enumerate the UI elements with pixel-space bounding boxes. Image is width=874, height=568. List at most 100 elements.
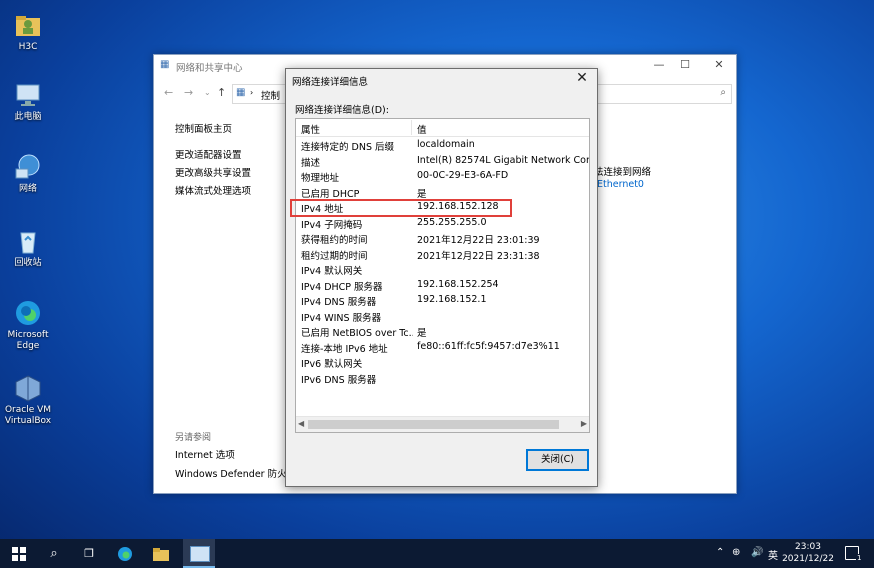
dialog-title: 网络连接详细信息 [292,77,369,88]
clock-date: 2021/12/22 [782,554,834,564]
table-row[interactable]: IPv4 DHCP 服务器 192.168.152.254 [296,277,589,293]
notification-count: 1 [856,554,863,562]
task-view-icon[interactable]: ❐ [80,545,98,563]
taskbar: ⌕ ❐ ⌃ ⊕ 🔊 英 23:03 2021/12/22 1 [0,539,874,568]
file-explorer-icon[interactable] [152,545,170,563]
network-center-icon: ▦ [160,59,170,70]
column-header-value[interactable]: 值 [417,122,427,136]
property-cell: 已启用 NetBIOS over Tc... [301,328,413,339]
ime-indicator[interactable]: 英 [768,547,778,562]
value-cell: 192.168.152.254 [417,278,499,290]
property-cell: 物理地址 [301,173,340,184]
scroll-left-icon[interactable]: ◀ [298,419,304,428]
scrollbar-thumb[interactable] [308,420,559,429]
change-advanced-sharing-link[interactable]: 更改高级共享设置 [175,165,251,179]
close-dialog-button[interactable]: 关闭(C) [526,449,589,471]
value-cell: localdomain [417,139,475,150]
chevron-up-icon[interactable]: ⌃ [716,547,724,558]
value-cell: 2021年12月22日 23:01:39 [417,235,540,246]
property-cell: IPv4 WINS 服务器 [301,312,382,324]
ipv4-address-highlight [290,199,512,217]
table-row[interactable]: IPv4 DNS 服务器 192.168.152.1 [296,292,589,308]
table-row[interactable]: 连接-本地 IPv6 地址 fe80::61ff:fc5f:9457:d7e3%1… [296,339,589,355]
table-row[interactable]: IPv4 默认网关 [296,261,589,277]
horizontal-scrollbar[interactable]: ◀ ▶ [296,416,589,432]
scroll-right-icon[interactable]: ▶ [581,419,587,428]
internet-options-link[interactable]: Internet 选项 [175,447,235,461]
chevron-down-icon[interactable]: ⌄ [204,88,211,97]
table-row[interactable]: 已启用 NetBIOS over Tc... 是 [296,323,589,339]
value-cell: 2021年12月22日 23:31:38 [417,250,540,262]
network-globe-icon [13,152,43,182]
desktop-icon-edge[interactable]: Microsoft Edge [2,298,54,352]
table-row[interactable]: 租约过期的时间 2021年12月22日 23:31:38 [296,246,589,262]
edge-taskbar-icon[interactable] [116,545,134,563]
desktop-icon-virtualbox[interactable]: Oracle VM VirtualBox [2,373,54,427]
change-adapter-settings-link[interactable]: 更改适配器设置 [175,147,242,161]
forward-arrow-icon[interactable]: → [184,86,193,99]
virtualbox-icon [13,373,43,403]
property-cell: 描述 [301,157,321,169]
table-row[interactable]: 物理地址 00-0C-29-E3-6A-FD [296,168,589,184]
network-center-icon: ▦ [236,87,246,98]
ethernet0-link[interactable]: Ethernet0 [597,179,644,190]
up-arrow-icon[interactable]: ↑ [217,86,226,99]
value-cell: 是 [417,328,427,339]
column-divider[interactable] [411,120,412,135]
network-status-icon[interactable]: ⊕ [732,547,740,558]
clock[interactable]: 23:03 2021/12/22 [781,541,835,565]
property-cell: IPv6 DNS 服务器 [301,374,377,386]
value-cell: 192.168.152.1 [417,294,487,305]
windows-defender-firewall-link[interactable]: Windows Defender 防火墙 [175,466,296,480]
maximize-button[interactable]: ☐ [670,58,700,71]
desktop-icon-this-pc[interactable]: 此电脑 [2,80,54,123]
desktop-icon-h3c[interactable]: H3C [2,10,54,53]
property-cell: IPv4 默认网关 [301,266,363,277]
list-header: 属性 值 [296,119,589,137]
close-button[interactable]: ✕ [704,58,734,71]
property-cell: IPv4 DNS 服务器 [301,297,377,308]
connection-status-text: 法连接到网络 [594,167,652,178]
property-cell: IPv4 DHCP 服务器 [301,281,383,293]
control-panel-home-link[interactable]: 控制面板主页 [175,121,232,135]
clock-time: 23:03 [795,542,821,552]
details-label: 网络连接详细信息(D): [295,105,389,116]
windows-start-icon[interactable] [10,545,28,563]
search-icon[interactable]: ⌕ [720,87,726,98]
desktop-icon-label: 回收站 [14,258,42,268]
details-list[interactable]: 属性 值 连接特定的 DNS 后缀 localdomain 描述 Intel(R) … [295,118,590,433]
desktop-icon-label: H3C [18,42,38,52]
desktop-icon-network[interactable]: 网络 [2,152,54,195]
search-icon[interactable]: ⌕ [45,545,63,563]
address-crumb[interactable]: 控制 [261,88,280,102]
active-app-highlight[interactable] [183,539,215,568]
desktop-icon-label: 网络 [18,184,37,194]
value-cell: 255.255.255.0 [417,216,487,228]
column-header-property[interactable]: 属性 [301,122,320,136]
network-connection-details-dialog: 网络连接详细信息 ✕ 网络连接详细信息(D): 属性 值 连接特定的 DNS 后… [285,68,598,487]
desktop-icon-label: 此电脑 [14,112,42,122]
table-row[interactable]: 获得租约的时间 2021年12月22日 23:01:39 [296,230,589,246]
see-also-label: 另请参阅 [175,433,212,443]
table-row[interactable]: IPv6 DNS 服务器 [296,370,589,386]
window-title: 网络和共享中心 [176,63,243,74]
desktop-icon-recycle-bin[interactable]: 回收站 [2,226,54,269]
table-row[interactable]: 描述 Intel(R) 82574L Gigabit Network Conne [296,153,589,169]
table-row[interactable]: IPv6 默认网关 [296,354,589,370]
value-cell: Intel(R) 82574L Gigabit Network Conne [417,154,590,166]
property-cell: 连接-本地 IPv6 地址 [301,343,388,355]
edge-icon [13,298,43,328]
table-row[interactable]: IPv4 WINS 服务器 [296,308,589,324]
value-cell: fe80::61ff:fc5f:9457:d7e3%11 [417,340,560,352]
close-icon[interactable]: ✕ [573,70,591,86]
table-row[interactable]: 已启用 DHCP 是 [296,184,589,200]
speaker-icon[interactable]: 🔊 [751,547,763,558]
desktop-icon-label: Microsoft Edge [7,330,49,351]
network-center-taskbar-icon [190,546,210,562]
property-cell: 连接特定的 DNS 后缀 [301,142,394,153]
value-cell: 是 [417,188,427,200]
media-streaming-options-link[interactable]: 媒体流式处理选项 [175,183,251,197]
back-arrow-icon[interactable]: ← [164,86,173,99]
property-cell: 已启用 DHCP [301,188,360,200]
table-row[interactable]: 连接特定的 DNS 后缀 localdomain [296,137,589,153]
